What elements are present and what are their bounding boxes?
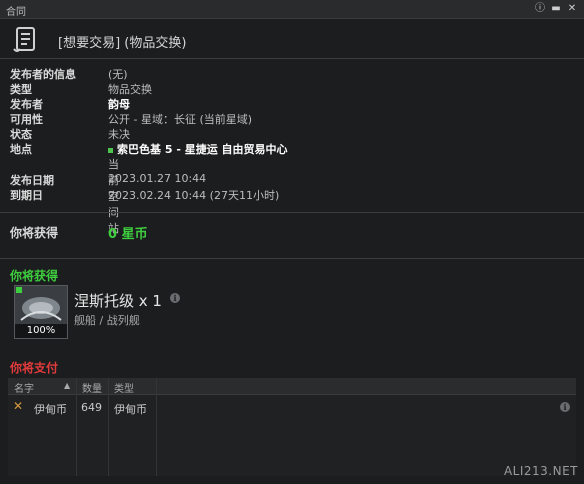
column-divider	[108, 378, 109, 476]
ship-name: 涅斯托级 x 1	[74, 292, 162, 310]
info-value: 2023.01.27 10:44	[108, 172, 207, 185]
issuer-link[interactable]: 韵母	[108, 96, 130, 112]
row-type: 伊甸币	[114, 403, 147, 416]
info-key: 可用性	[10, 113, 43, 126]
row-name: 伊甸币	[34, 403, 67, 416]
ship-thumbnail[interactable]: 100%	[14, 285, 68, 339]
security-status-dot	[108, 147, 113, 153]
receive-isk-row: 你将获得 0 星币	[10, 223, 580, 242]
row-info-icon[interactable]: i	[560, 402, 570, 412]
ship-info-icon[interactable]: i	[170, 293, 180, 303]
info-key: 发布者	[10, 98, 43, 111]
info-key: 地点	[10, 143, 32, 156]
info-value: 物品交换	[108, 83, 152, 96]
info-key: 状态	[10, 128, 32, 141]
divider	[0, 58, 584, 59]
info-key: 发布者的信息	[10, 68, 76, 81]
info-key: 发布日期	[10, 174, 54, 187]
info-key: 到期日	[10, 189, 43, 202]
pay-title: 你将支付	[10, 361, 59, 375]
column-header-qty[interactable]: 数量	[82, 380, 102, 395]
table-header: 名字 ▲ 数量 类型	[8, 378, 576, 395]
receive-isk-value: 0 星币	[108, 227, 148, 242]
contract-header: [想要交易] (物品交换)	[0, 19, 584, 63]
minimize-icon[interactable]: ▬	[550, 3, 562, 15]
info-value: 2023.02.24 10:44 (27天11小时)	[108, 189, 280, 202]
issuer-name[interactable]: 韵母	[108, 98, 130, 111]
column-divider	[156, 378, 157, 476]
info-value: 未决	[108, 128, 130, 141]
close-icon[interactable]: ✕	[566, 3, 578, 15]
receive-isk-label: 你将获得	[10, 226, 59, 240]
row-qty: 649	[81, 401, 102, 414]
window-titlebar: 合同 ⓘ ▬ ✕	[0, 0, 584, 19]
column-divider	[76, 378, 77, 476]
ship-type: 舰船 / 战列舰	[74, 314, 140, 327]
window-title: 合同	[6, 7, 26, 18]
receive-items-title: 你将获得	[10, 269, 59, 283]
contract-title: [想要交易] (物品交换)	[58, 36, 187, 51]
info-key: 类型	[10, 83, 32, 96]
info-value: 公开 - 星域：长征 (当前星域)	[108, 113, 253, 126]
sort-ascending-icon[interactable]: ▲	[64, 381, 70, 390]
contract-scroll-icon	[13, 27, 35, 52]
info-value: (无)	[108, 68, 128, 81]
currency-icon: ✕	[13, 399, 24, 413]
column-header-name[interactable]: 名字	[14, 380, 34, 395]
column-header-type[interactable]: 类型	[114, 380, 134, 395]
pay-table: 名字 ▲ 数量 类型 ✕ 伊甸币 649 伊甸币 i	[8, 378, 576, 476]
watermark: ALI213.NET	[503, 464, 578, 478]
ship-condition-percent: 100%	[15, 324, 67, 338]
location-link[interactable]: 索巴色基 5 - 星捷运 自由贸易中心	[108, 141, 288, 157]
info-icon[interactable]: ⓘ	[534, 3, 546, 15]
divider	[0, 258, 584, 259]
location-name[interactable]: 索巴色基 5 - 星捷运 自由贸易中心	[117, 143, 288, 156]
divider	[0, 212, 584, 213]
